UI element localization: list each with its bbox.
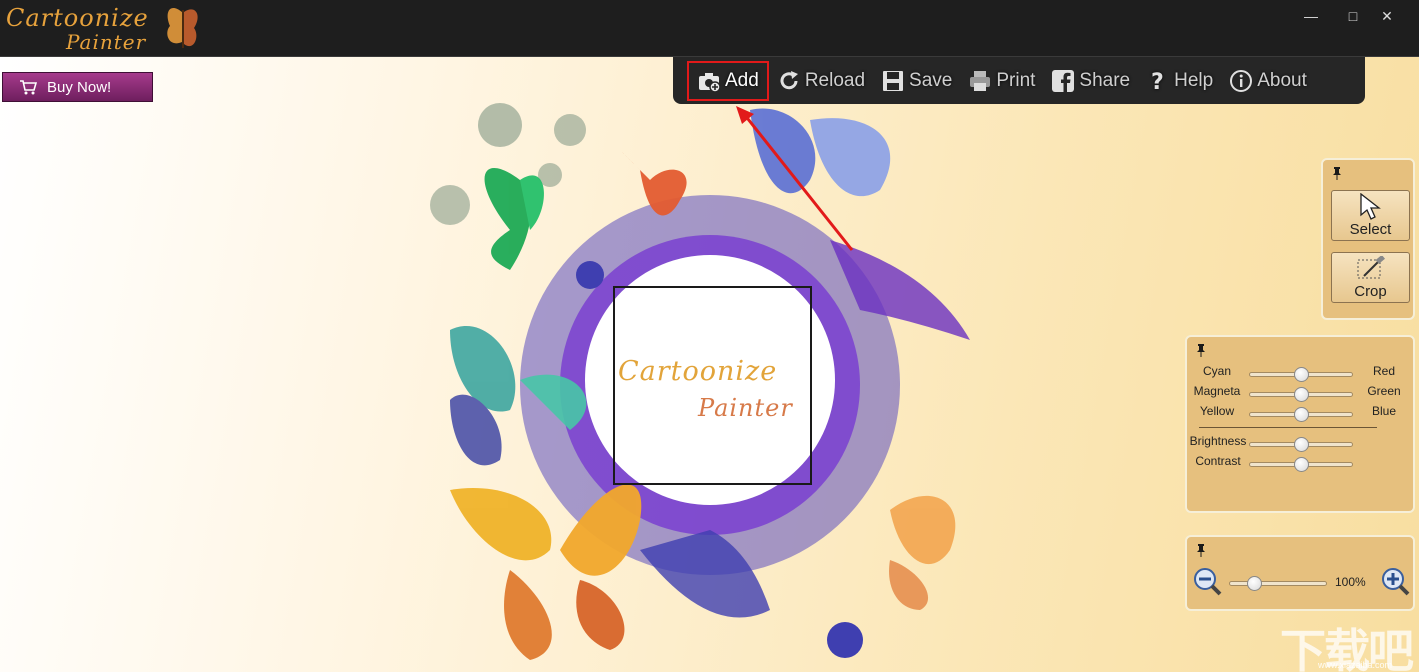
slider-label: Contrast bbox=[1195, 454, 1241, 468]
slider-track[interactable] bbox=[1249, 387, 1353, 402]
brightness-slider: Brightness bbox=[1187, 434, 1419, 454]
magneta-green-slider: Magneta Green bbox=[1187, 384, 1419, 404]
app-logo: Cartoonize Painter bbox=[4, 2, 204, 56]
main-toolbar: Add Reload Save Print Share ? Help About bbox=[673, 57, 1365, 104]
contrast-slider: Contrast bbox=[1187, 454, 1419, 474]
save-label: Save bbox=[909, 69, 953, 91]
artwork-title-line2: Painter bbox=[698, 394, 793, 422]
pin-icon[interactable] bbox=[1195, 543, 1207, 557]
title-bar: Cartoonize Painter — □ ✕ bbox=[0, 0, 1419, 57]
slider-thumb[interactable] bbox=[1294, 367, 1309, 382]
pin-icon[interactable] bbox=[1195, 343, 1207, 357]
zoom-in-icon[interactable] bbox=[1381, 567, 1411, 597]
slider-thumb[interactable] bbox=[1294, 387, 1309, 402]
add-label: Add bbox=[725, 69, 759, 91]
slider-thumb[interactable] bbox=[1294, 407, 1309, 422]
slider-track[interactable] bbox=[1249, 367, 1353, 382]
slider-thumb[interactable] bbox=[1294, 457, 1309, 472]
help-button[interactable]: ? Help bbox=[1138, 61, 1221, 101]
zoom-out-icon[interactable] bbox=[1193, 567, 1223, 597]
slider-label: Brightness bbox=[1189, 434, 1247, 448]
slider-left-label: Cyan bbox=[1202, 364, 1231, 378]
zoom-slider-thumb[interactable] bbox=[1247, 576, 1262, 591]
zoom-percent: 100% bbox=[1335, 575, 1366, 589]
slider-right-label: Blue bbox=[1371, 404, 1397, 418]
svg-text:?: ? bbox=[1151, 70, 1164, 93]
crop-icon bbox=[1357, 256, 1385, 279]
save-icon bbox=[883, 70, 904, 91]
select-tool-button[interactable]: Select bbox=[1331, 190, 1410, 241]
slider-track[interactable] bbox=[1249, 407, 1353, 422]
cart-icon bbox=[20, 80, 37, 95]
pin-icon[interactable] bbox=[1331, 166, 1343, 180]
cyan-red-slider: Cyan Red bbox=[1187, 364, 1419, 384]
tools-panel: Select Crop bbox=[1321, 158, 1415, 320]
slider-right-label: Green bbox=[1367, 384, 1401, 398]
add-button[interactable]: Add bbox=[687, 60, 769, 101]
artwork-title-line1: Cartoonize bbox=[618, 356, 778, 387]
select-label: Select bbox=[1349, 221, 1392, 238]
watermark-url: www.xiazaiba.com bbox=[1318, 660, 1393, 670]
buy-now-label: Buy Now! bbox=[47, 78, 112, 96]
reload-label: Reload bbox=[804, 69, 866, 91]
facebook-icon bbox=[1052, 69, 1075, 92]
cursor-icon bbox=[1360, 193, 1381, 220]
logo-text-line2: Painter bbox=[66, 30, 147, 54]
camera-add-icon bbox=[699, 72, 721, 93]
share-button[interactable]: Share bbox=[1043, 61, 1138, 101]
butterfly-logo-icon bbox=[167, 7, 198, 48]
save-button[interactable]: Save bbox=[873, 61, 960, 101]
logo-text-line1: Cartoonize bbox=[6, 4, 149, 32]
slider-track[interactable] bbox=[1249, 457, 1353, 472]
zoom-panel: 100% bbox=[1185, 535, 1415, 611]
yellow-blue-slider: Yellow Blue bbox=[1187, 404, 1419, 424]
reload-button[interactable]: Reload bbox=[769, 61, 873, 101]
print-label: Print bbox=[996, 69, 1036, 91]
slider-thumb[interactable] bbox=[1294, 437, 1309, 452]
zoom-slider-track[interactable] bbox=[1229, 576, 1327, 591]
crop-label: Crop bbox=[1354, 283, 1387, 300]
buy-now-button[interactable]: Buy Now! bbox=[2, 72, 153, 102]
slider-left-label: Yellow bbox=[1199, 404, 1235, 418]
slider-track[interactable] bbox=[1249, 437, 1353, 452]
help-label: Help bbox=[1174, 69, 1214, 91]
divider bbox=[1199, 427, 1377, 428]
crop-tool-button[interactable]: Crop bbox=[1331, 252, 1410, 303]
about-button[interactable]: About bbox=[1221, 61, 1315, 101]
color-adjust-panel: Cyan Red Magneta Green Yellow Blue Brigh… bbox=[1185, 335, 1415, 513]
question-icon: ? bbox=[1151, 70, 1164, 93]
maximize-button[interactable]: □ bbox=[1340, 6, 1366, 26]
slider-right-label: Red bbox=[1372, 364, 1395, 378]
minimize-button[interactable]: — bbox=[1298, 6, 1324, 26]
print-button[interactable]: Print bbox=[960, 61, 1043, 101]
close-button[interactable]: ✕ bbox=[1374, 6, 1400, 26]
printer-icon bbox=[970, 70, 991, 91]
info-icon bbox=[1230, 69, 1253, 92]
annotation-arrow-icon bbox=[736, 106, 854, 251]
share-label: Share bbox=[1079, 69, 1131, 91]
about-label: About bbox=[1257, 69, 1307, 91]
slider-left-label: Magneta bbox=[1193, 384, 1241, 398]
reload-icon bbox=[780, 70, 798, 89]
